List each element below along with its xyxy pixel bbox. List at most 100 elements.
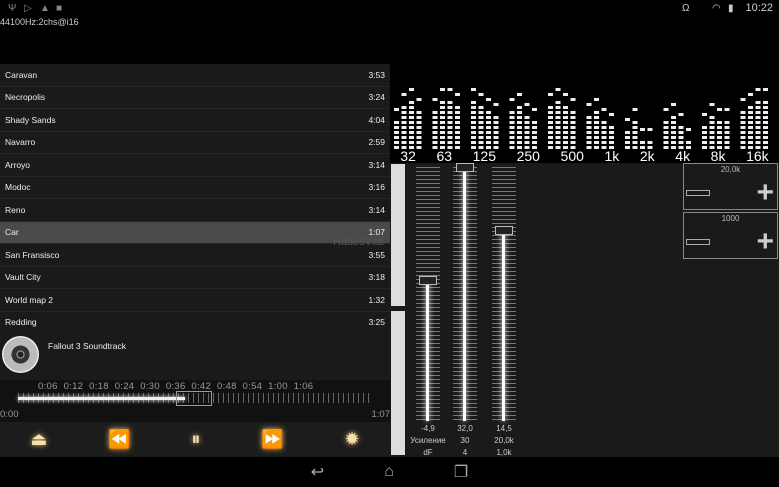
spectrum-bar-segment: [755, 126, 761, 129]
spectrum-bar-segment: [678, 131, 684, 134]
spectrum-bar-segment: [447, 121, 453, 124]
spectrum-bar-segment: [625, 136, 630, 139]
spectrum-bar-segment: [763, 101, 768, 104]
spectrum-bar-segment: [401, 116, 407, 119]
spectrum-bar-segment: [748, 126, 753, 129]
spectrum-bar-segment: [609, 131, 614, 134]
spectrum-bar-segment: [409, 141, 414, 144]
usb-icon: Ψ: [8, 3, 17, 14]
track-row[interactable]: Arroyo 3:14: [0, 154, 390, 177]
track-row[interactable]: World map 2 1:32: [0, 289, 390, 312]
spectrum-bar-segment: [740, 136, 746, 139]
spectrum-bar-segment: [632, 131, 638, 134]
track-row[interactable]: Navarro 2:59: [0, 131, 390, 154]
increase-button[interactable]: +: [756, 178, 774, 208]
spectrum-bar-segment: [632, 126, 638, 129]
frequency-value: 1000: [721, 214, 740, 223]
spectrum-bar-segment: [409, 101, 414, 104]
eject-button[interactable]: ⏏: [30, 429, 47, 450]
spectrum-bar-segment: [471, 111, 476, 114]
track-row[interactable]: Modoc 3:16: [0, 176, 390, 199]
spectrum-bar-segment: [671, 131, 676, 134]
track-row[interactable]: Redding 3:25: [0, 311, 390, 334]
track-title: Shady Sands: [5, 114, 56, 125]
spectrum-bar-segment: [394, 131, 399, 134]
increase-button[interactable]: +: [756, 227, 774, 257]
spectrum-bar-segment: [524, 126, 530, 129]
home-button[interactable]: ⌂: [384, 463, 394, 481]
spectrum-bar-segment: [532, 126, 537, 129]
spectrum-bar-segment: [478, 116, 484, 119]
spectrum-peak: [724, 108, 730, 111]
spectrum-bar-segment: [532, 121, 537, 124]
spectrum-bar-segment: [401, 136, 407, 139]
spectrum-bar-segment: [486, 141, 491, 144]
track-row[interactable]: Car 1:07: [0, 221, 390, 244]
track-duration: 3:55: [368, 249, 385, 260]
spectrum-bar-segment: [440, 121, 445, 124]
spectrum-bar-segment: [755, 131, 761, 134]
spectrum-bar-segment: [663, 136, 669, 139]
track-row[interactable]: Necropolis 3:24: [0, 86, 390, 109]
spectrum-bar-segment: [394, 141, 399, 144]
spectrum-bar-segment: [440, 111, 445, 114]
track-list: Caravan 3:53 Necropolis 3:24 Shady Sands 4:04…: [0, 64, 390, 334]
spectrum-bar-segment: [755, 106, 761, 109]
spectrum-bar-segment: [409, 111, 414, 114]
spectrum-bar-segment: [447, 116, 453, 119]
track-duration: 4:04: [368, 114, 385, 125]
spectrum-bar-segment: [632, 136, 638, 139]
spectrum-bar-segment: [709, 126, 715, 129]
spectrum-bar-segment: [440, 106, 445, 109]
spectrum-bar-segment: [748, 121, 753, 124]
spectrum-peak: [763, 88, 768, 91]
spectrum-bar-segment: [409, 106, 414, 109]
spectrum-bar-segment: [763, 126, 768, 129]
spectrum-peak: [609, 113, 614, 116]
spectrum-bar-segment: [524, 121, 530, 124]
next-button[interactable]: ⏩: [261, 429, 283, 450]
pause-button[interactable]: ⏸: [191, 429, 200, 450]
slider-knob[interactable]: [419, 275, 437, 285]
previous-button[interactable]: ⏪: [108, 429, 130, 450]
settings-button[interactable]: ✹: [344, 429, 359, 450]
spectrum-bar-segment: [755, 121, 761, 124]
disc-icon: [2, 336, 39, 373]
spectrum-bar-segment: [394, 136, 399, 139]
slider-knob[interactable]: [456, 163, 474, 172]
album-info: Fallout 3 Soundtrack: [0, 333, 390, 380]
spectrum-bar-segment: [717, 121, 722, 124]
track-row[interactable]: Vault City 3:18: [0, 266, 390, 289]
spectrum-bar-segment: [471, 136, 476, 139]
recents-button[interactable]: ❐: [454, 462, 468, 482]
spectrum-bar-segment: [493, 136, 499, 139]
spectrum-bar-segment: [663, 141, 669, 144]
spectrum-peak: [563, 93, 568, 96]
spectrum-bar-segment: [755, 101, 761, 104]
spectrum-bar-segment: [555, 101, 561, 104]
headphones-icon: Ω: [682, 3, 690, 14]
spectrum-bar-segment: [555, 136, 561, 139]
track-row[interactable]: Reno 3:14: [0, 199, 390, 222]
spectrum-bar-segment: [455, 111, 460, 114]
preamp-plus[interactable]: [391, 164, 405, 306]
notification-icon: ■: [56, 3, 63, 14]
preamp-minus[interactable]: [391, 311, 405, 455]
spectrum-bar-segment: [447, 126, 453, 129]
slider-knob[interactable]: [495, 225, 513, 235]
decrease-button[interactable]: [686, 239, 710, 245]
back-button[interactable]: ↩: [311, 462, 324, 482]
spectrum-bar-segment: [717, 141, 722, 144]
spectrum-bar-segment: [455, 141, 460, 144]
spectrum-bar-segment: [455, 126, 460, 129]
decrease-button[interactable]: [686, 190, 710, 196]
spectrum-bar-segment: [486, 116, 491, 119]
spectrum-bar-segment: [724, 131, 730, 134]
track-row[interactable]: San Fransisco 3:55: [0, 244, 390, 267]
spectrum-peak: [632, 108, 638, 111]
track-row[interactable]: Shady Sands 4:04: [0, 109, 390, 132]
seek-thumb[interactable]: [176, 391, 212, 406]
spectrum-peak: [432, 98, 438, 101]
spectrum-bar-segment: [493, 126, 499, 129]
track-row[interactable]: Caravan 3:53: [0, 64, 390, 87]
